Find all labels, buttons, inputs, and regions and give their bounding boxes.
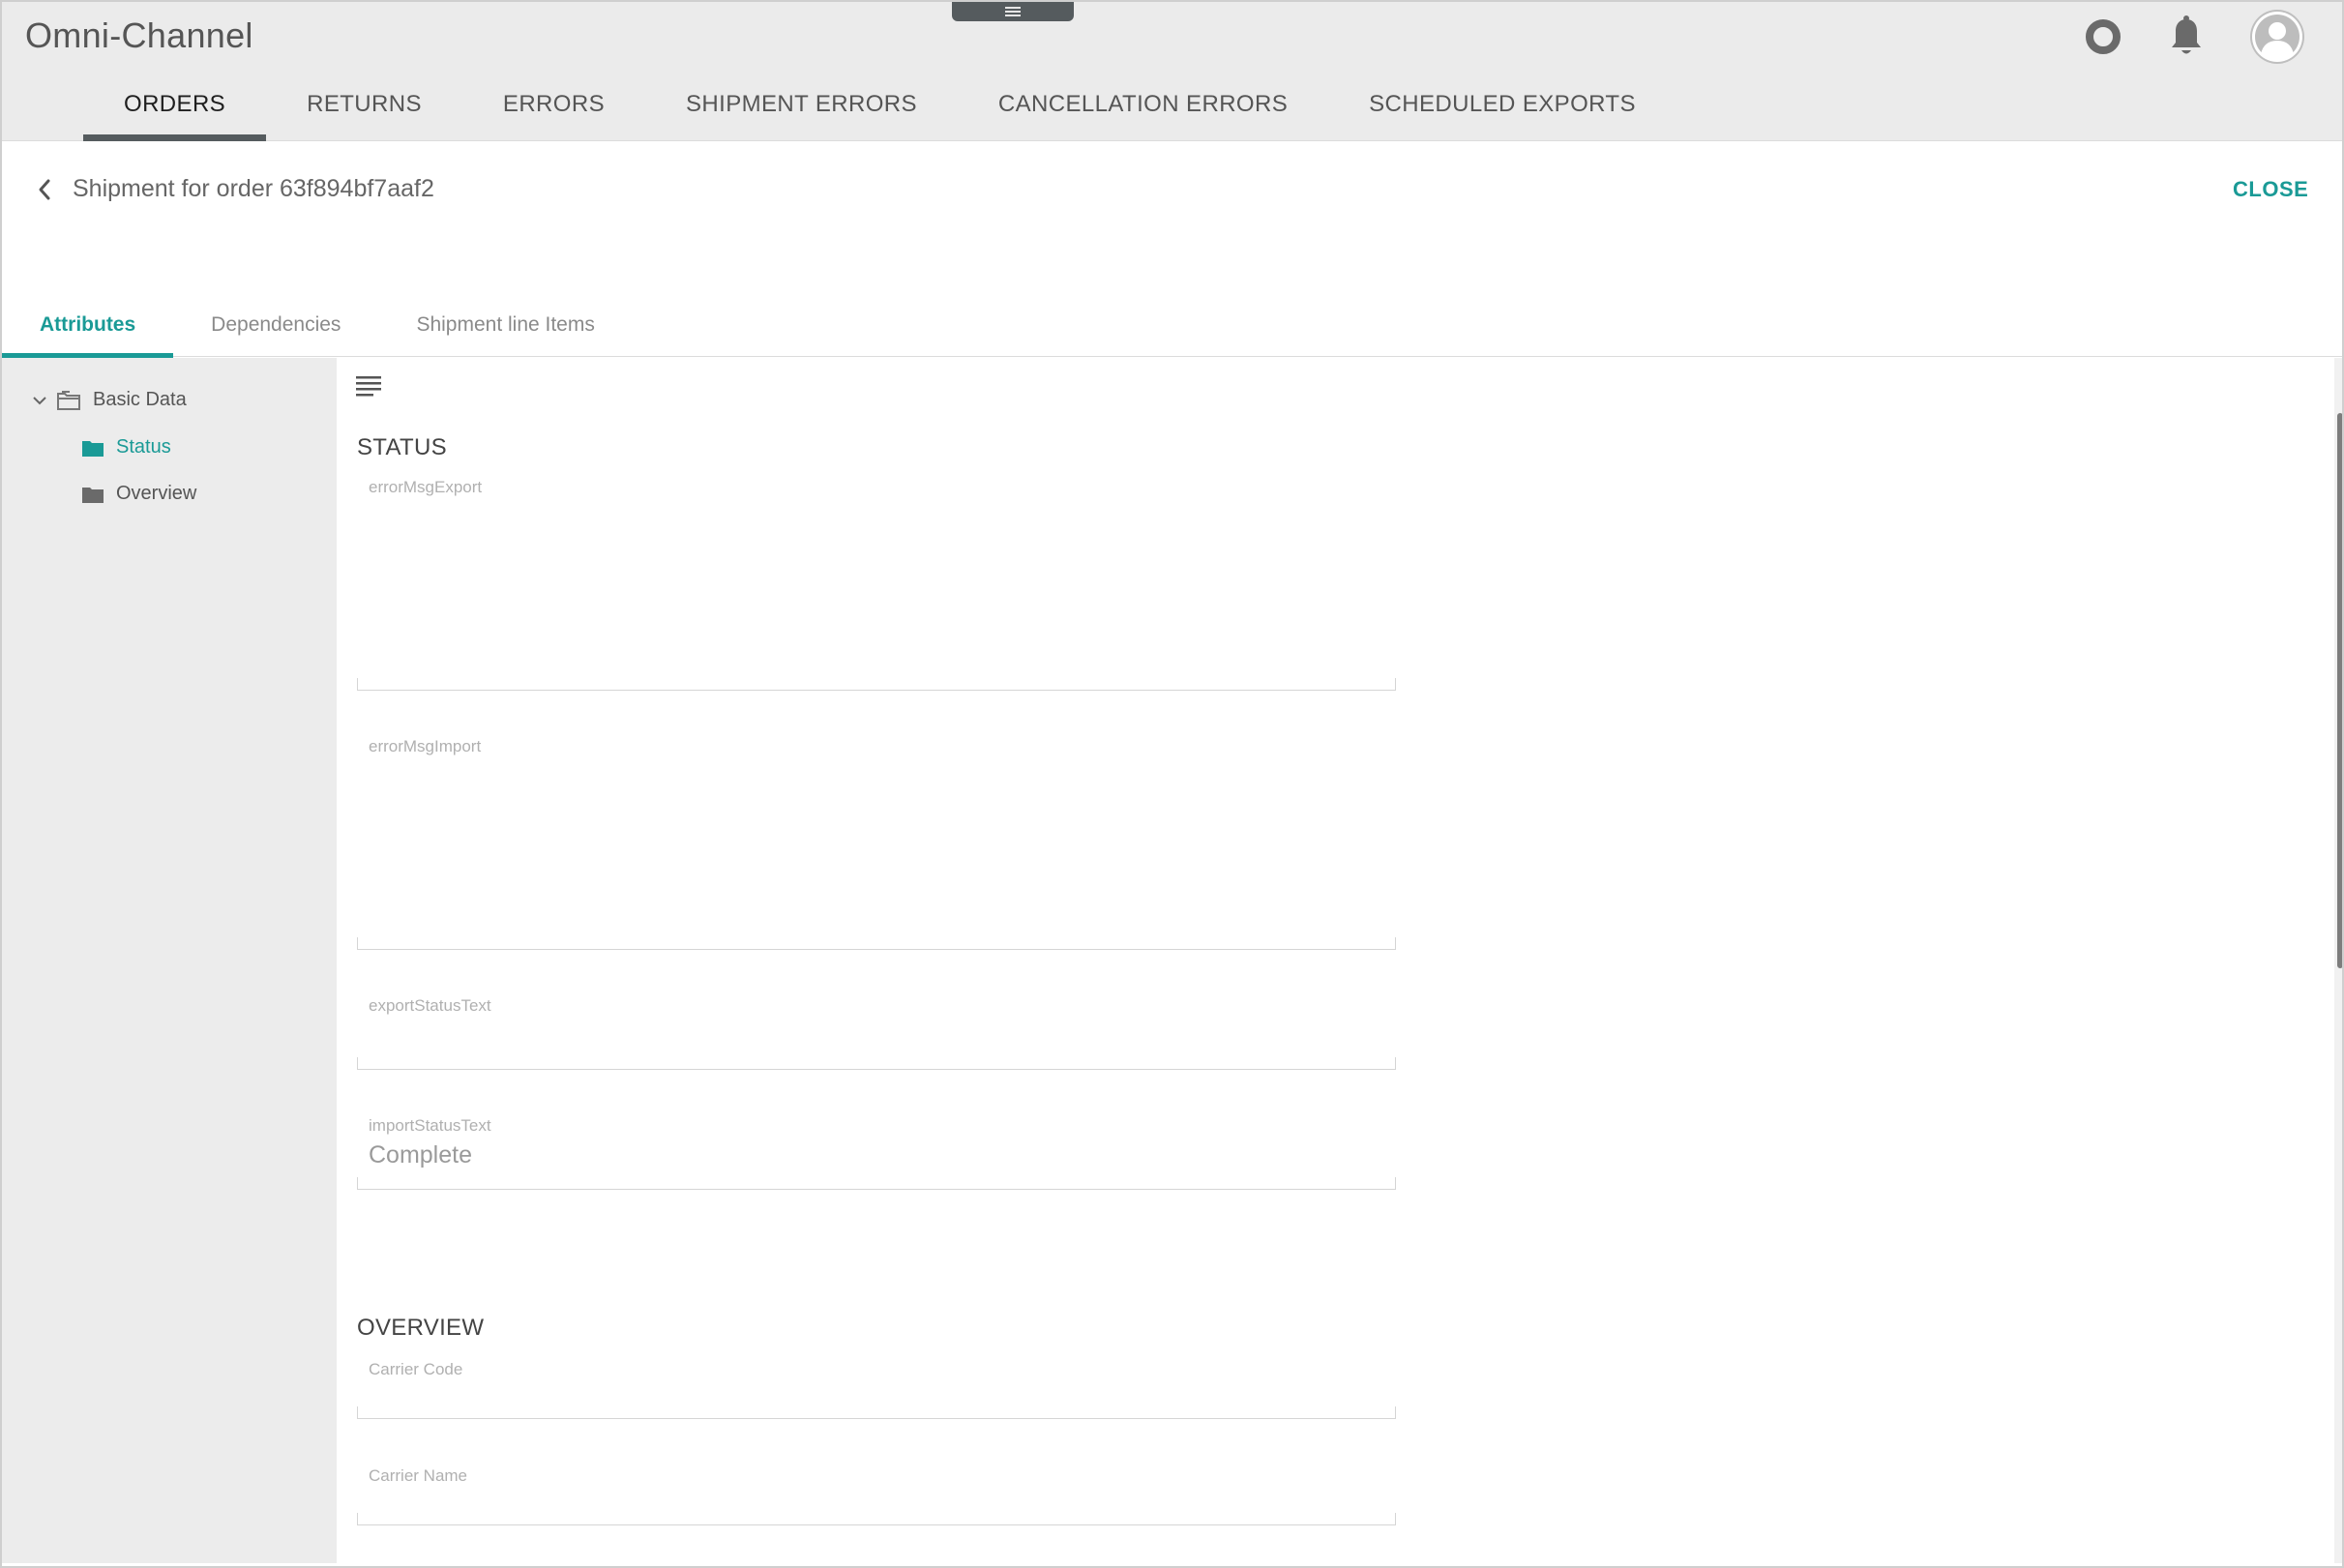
attribute-tree-panel bbox=[2, 358, 337, 1563]
main-nav: ORDERS RETURNS ERRORS SHIPMENT ERRORS CA… bbox=[83, 87, 1676, 141]
nav-tab-scheduled-exports[interactable]: SCHEDULED EXPORTS bbox=[1328, 87, 1676, 141]
nav-tab-errors[interactable]: ERRORS bbox=[462, 87, 645, 141]
field-label: errorMsgExport bbox=[369, 478, 483, 496]
folder-open-outline-icon bbox=[57, 390, 80, 410]
section-title-overview: OVERVIEW bbox=[357, 1315, 485, 1341]
detail-tabs: Attributes Dependencies Shipment line It… bbox=[2, 292, 2342, 358]
content-scrollbar-thumb[interactable] bbox=[2337, 413, 2342, 968]
section-title-status: STATUS bbox=[357, 434, 447, 460]
nav-tab-shipment-errors[interactable]: SHIPMENT ERRORS bbox=[645, 87, 958, 141]
close-button[interactable]: CLOSE bbox=[2233, 177, 2308, 202]
page-title: Shipment for order 63f894bf7aaf2 bbox=[73, 175, 434, 202]
folder-icon bbox=[82, 440, 104, 457]
tree-node-overview[interactable]: Overview bbox=[81, 483, 196, 505]
nav-tab-cancellation-errors[interactable]: CANCELLATION ERRORS bbox=[958, 87, 1328, 141]
nav-tab-orders[interactable]: ORDERS bbox=[83, 87, 267, 141]
tree-node-label: Basic Data bbox=[93, 389, 187, 410]
tab-attributes[interactable]: Attributes bbox=[2, 292, 174, 358]
tab-shipment-line-items[interactable]: Shipment line Items bbox=[378, 292, 632, 357]
user-silhouette-icon bbox=[2252, 12, 2302, 62]
nav-tab-returns[interactable]: RETURNS bbox=[266, 87, 462, 141]
avatar-icon[interactable] bbox=[2250, 10, 2304, 64]
error-msg-export-field[interactable]: errorMsgExport bbox=[357, 478, 1396, 691]
tree-node-label: Status bbox=[116, 436, 171, 458]
ring-icon[interactable] bbox=[2086, 19, 2121, 54]
import-status-text-field[interactable]: importStatusText Complete bbox=[357, 1116, 1396, 1190]
field-label: importStatusText bbox=[369, 1116, 491, 1135]
back-arrow-icon[interactable] bbox=[33, 176, 56, 203]
field-value: Complete bbox=[369, 1141, 472, 1169]
tree-node-label: Overview bbox=[116, 483, 197, 504]
app-header: Omni-Channel ORDERS RETURNS ERRORS SHIPM… bbox=[2, 2, 2342, 141]
chevron-down-icon[interactable] bbox=[31, 392, 48, 409]
carrier-code-field[interactable]: Carrier Code bbox=[357, 1360, 1396, 1419]
app-window: Omni-Channel ORDERS RETURNS ERRORS SHIPM… bbox=[0, 0, 2344, 1568]
field-label: Carrier Name bbox=[369, 1466, 468, 1485]
export-status-text-field[interactable]: exportStatusText bbox=[357, 996, 1396, 1070]
field-label: errorMsgImport bbox=[369, 737, 482, 755]
bell-icon[interactable] bbox=[2169, 15, 2204, 58]
tree-node-basic-data[interactable]: Basic Data bbox=[31, 389, 187, 411]
carrier-name-field[interactable]: Carrier Name bbox=[357, 1466, 1396, 1525]
hamburger-icon bbox=[1005, 7, 1021, 16]
tab-dependencies[interactable]: Dependencies bbox=[173, 292, 378, 357]
list-menu-icon[interactable] bbox=[356, 375, 381, 397]
tree-node-status[interactable]: Status bbox=[81, 436, 171, 459]
error-msg-import-field[interactable]: errorMsgImport bbox=[357, 737, 1396, 950]
field-label: exportStatusText bbox=[369, 996, 491, 1015]
folder-icon bbox=[82, 487, 104, 503]
app-title: Omni-Channel bbox=[25, 15, 253, 55]
field-label: Carrier Code bbox=[369, 1360, 463, 1378]
drawer-handle-icon[interactable] bbox=[952, 2, 1074, 21]
